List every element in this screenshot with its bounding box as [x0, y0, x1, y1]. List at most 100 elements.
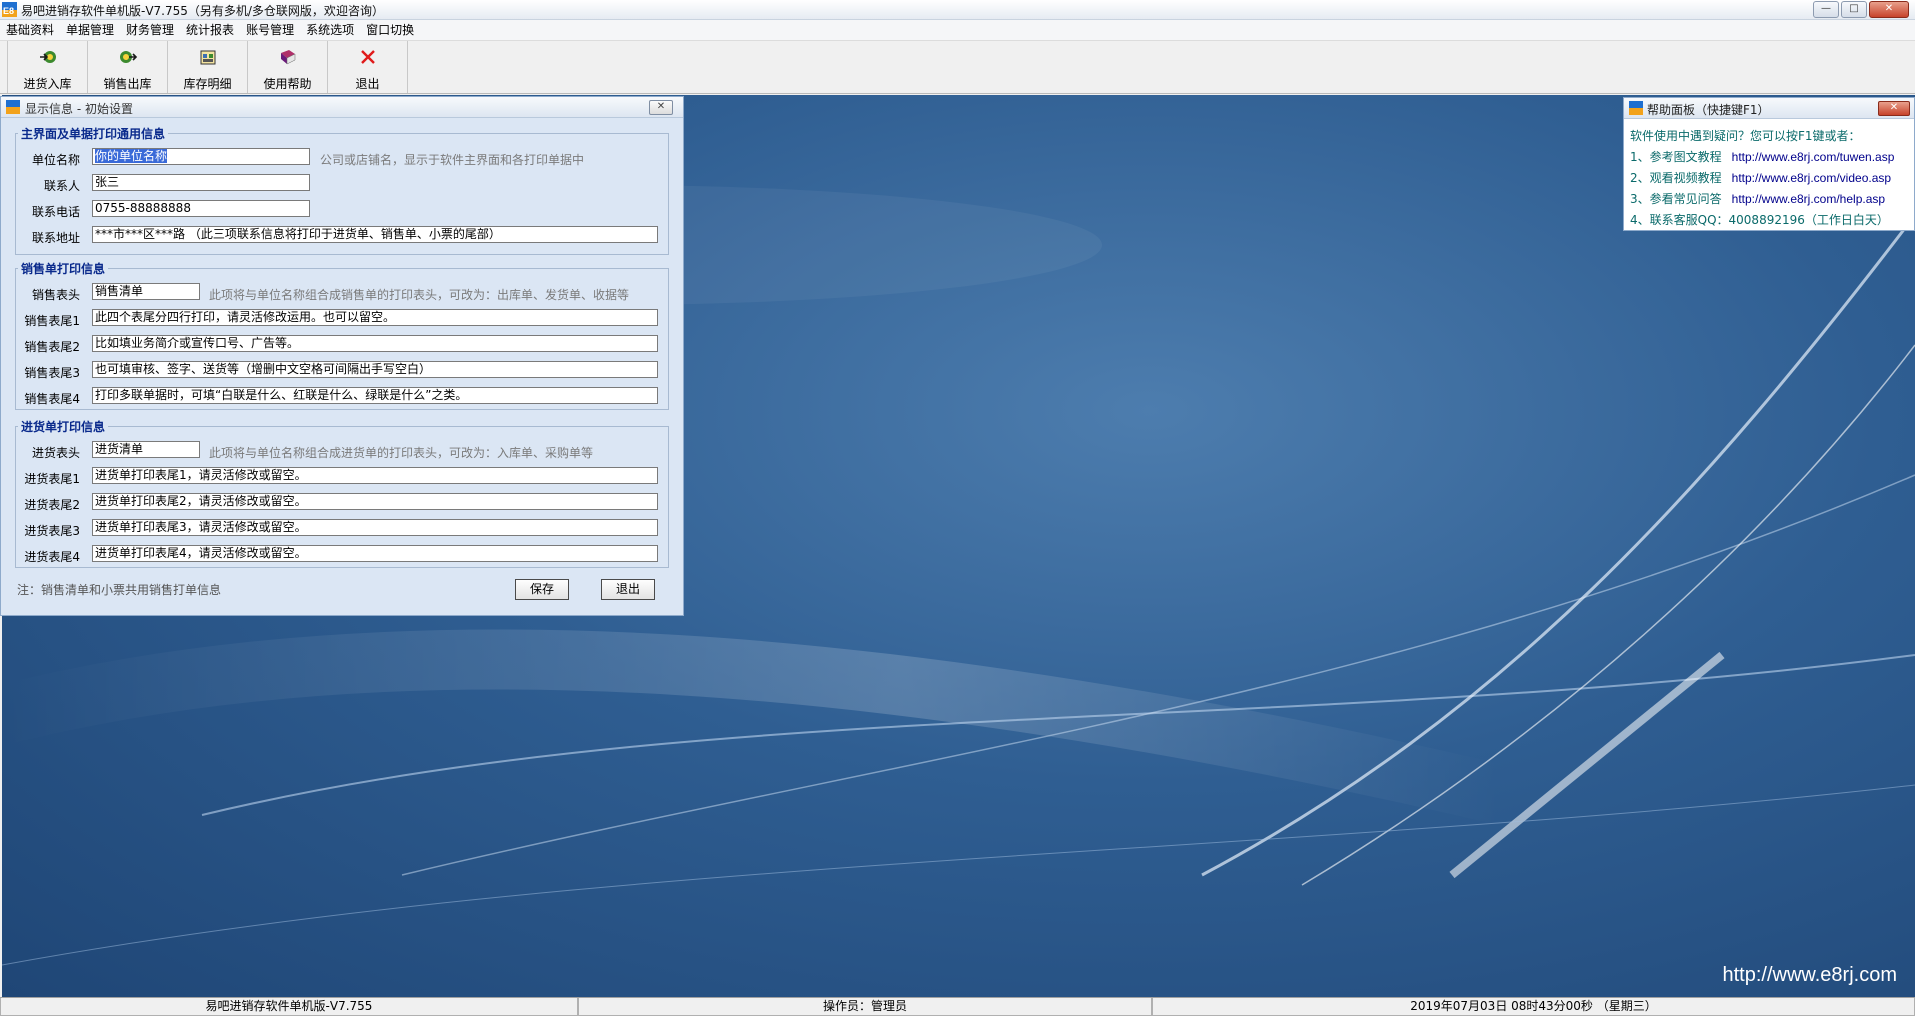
- sales-footer1-label: 销售表尾1: [24, 314, 80, 328]
- help-item-label: 1、参考图文教程: [1630, 150, 1722, 164]
- maximize-button[interactable]: □: [1841, 1, 1867, 18]
- svg-text:E8: E8: [3, 6, 14, 16]
- help-link-tutorial[interactable]: http://www.e8rj.com/tuwen.asp: [1732, 150, 1895, 164]
- dialog-exit-button[interactable]: 退出: [601, 579, 655, 600]
- address-input[interactable]: ***市***区***路 （此三项联系信息将打印于进货单、销售单、小票的尾部）: [92, 226, 658, 243]
- exit-label: 退出: [355, 77, 380, 91]
- help-item-label: 3、参看常见问答: [1630, 192, 1722, 206]
- group-main-info: 主界面及单据打印通用信息 单位名称 你的单位名称 公司或店铺名，显示于软件主界面…: [15, 125, 669, 255]
- minimize-button[interactable]: —: [1813, 1, 1839, 18]
- help-button[interactable]: 使用帮助: [248, 41, 328, 93]
- group-purchase-title: 进货单打印信息: [21, 420, 106, 434]
- app-logo-icon: E8: [2, 2, 17, 17]
- purchase-header-hint: 此项将与单位名称组合成进货单的打印表头，可改为：入库单、采购单等: [209, 446, 594, 460]
- close-window-button[interactable]: ✕: [1869, 1, 1909, 18]
- purchase-footer2-row: 进货表尾2 进货单打印表尾2，请灵活修改或留空。: [16, 493, 668, 513]
- help-intro: 软件使用中遇到疑问？您可以按F1键或者：: [1630, 129, 1861, 143]
- phone-row: 联系电话 0755-88888888: [16, 200, 668, 220]
- group-sales-title: 销售单打印信息: [21, 262, 106, 276]
- sales-footer2-input[interactable]: 比如填业务简介或宣传口号、广告等。: [92, 335, 658, 352]
- inventory-button[interactable]: 库存明细: [168, 41, 248, 93]
- sales-footer3-input[interactable]: 也可填审核、签字、送货等（增删中文空格可间隔出手写空白）: [92, 361, 658, 378]
- menu-accounts[interactable]: 账号管理: [240, 20, 300, 40]
- status-operator: 操作员：管理员: [578, 998, 1152, 1016]
- sales-header-hint: 此项将与单位名称组合成销售单的打印表头，可改为：出库单、发货单、收据等: [209, 288, 630, 302]
- group-purchase-print: 进货单打印信息 进货表头 进货清单 此项将与单位名称组合成进货单的打印表头，可改…: [15, 418, 669, 568]
- sales-footer2-row: 销售表尾2 比如填业务简介或宣传口号、广告等。: [16, 335, 668, 355]
- menu-documents[interactable]: 单据管理: [60, 20, 120, 40]
- status-version: 易吧进销存软件单机版-V7.755: [0, 998, 578, 1016]
- help-link-faq[interactable]: http://www.e8rj.com/help.asp: [1732, 192, 1885, 206]
- settings-dialog: 显示信息 - 初始设置 ✕ 主界面及单据打印通用信息 单位名称 你的单位名称 公…: [0, 96, 684, 616]
- sales-footer4-input[interactable]: 打印多联单据时，可填“白联是什么、红联是什么、绿联是什么”之类。: [92, 387, 658, 404]
- stock-in-label: 进货入库: [23, 77, 72, 91]
- help-link-video[interactable]: http://www.e8rj.com/video.asp: [1732, 171, 1891, 185]
- company-label: 单位名称: [31, 153, 80, 167]
- sales-header-label: 销售表头: [31, 288, 80, 302]
- sales-out-label: 销售出库: [103, 77, 152, 91]
- menu-bar: 基础资料 单据管理 财务管理 统计报表 账号管理 系统选项 窗口切换: [0, 20, 1915, 41]
- sales-footer3-label: 销售表尾3: [24, 366, 80, 380]
- purchase-header-row: 进货表头 进货清单 此项将与单位名称组合成进货单的打印表头，可改为：入库单、采购…: [16, 441, 668, 461]
- settings-dialog-title: 显示信息 - 初始设置: [25, 102, 133, 116]
- purchase-footer1-row: 进货表尾1 进货单打印表尾1，请灵活修改或留空。: [16, 467, 668, 487]
- inventory-label: 库存明细: [183, 77, 232, 91]
- exit-button[interactable]: 退出: [328, 41, 408, 93]
- toolbar: 进货入库 销售出库 库存明细 使用帮助 退出: [0, 41, 1915, 94]
- help-item-qq-label: 4、联系客服QQ：4008892196（工作日白天）: [1630, 213, 1889, 227]
- phone-input[interactable]: 0755-88888888: [92, 200, 310, 217]
- help-close-button[interactable]: ✕: [1878, 101, 1910, 116]
- sales-footer3-row: 销售表尾3 也可填审核、签字、送货等（增删中文空格可间隔出手写空白）: [16, 361, 668, 381]
- company-value: 你的单位名称: [95, 149, 168, 163]
- help-panel: 帮助面板（快捷键F1） ✕ 软件使用中遇到疑问？您可以按F1键或者： 1、参考图…: [1623, 97, 1915, 231]
- sales-out-icon: [119, 51, 137, 63]
- help-panel-titlebar: 帮助面板（快捷键F1） ✕: [1624, 98, 1914, 119]
- purchase-footer3-input[interactable]: 进货单打印表尾3，请灵活修改或留空。: [92, 519, 658, 536]
- sales-footer4-row: 销售表尾4 打印多联单据时，可填“白联是什么、红联是什么、绿联是什么”之类。: [16, 387, 668, 407]
- purchase-footer2-input[interactable]: 进货单打印表尾2，请灵活修改或留空。: [92, 493, 658, 510]
- status-bar: 易吧进销存软件单机版-V7.755 操作员：管理员 2019年07月03日 08…: [0, 997, 1915, 1016]
- address-row: 联系地址 ***市***区***路 （此三项联系信息将打印于进货单、销售单、小票…: [16, 226, 668, 246]
- purchase-footer3-label: 进货表尾3: [24, 524, 80, 538]
- settings-close-button[interactable]: ✕: [649, 100, 673, 115]
- window-title: 易吧进销存软件单机版-V7.755（另有多机/多仓联网版，欢迎咨询）: [21, 4, 384, 18]
- toolbar-grip: [0, 41, 8, 93]
- stock-in-icon: [39, 51, 56, 63]
- purchase-footer2-label: 进货表尾2: [24, 498, 80, 512]
- group-main-title: 主界面及单据打印通用信息: [21, 127, 166, 141]
- help-label: 使用帮助: [263, 77, 312, 91]
- menu-finance[interactable]: 财务管理: [120, 20, 180, 40]
- dialog-logo-icon: [6, 100, 20, 114]
- sales-out-button[interactable]: 销售出库: [88, 41, 168, 93]
- help-item-label: 2、观看视频教程: [1630, 171, 1722, 185]
- company-input[interactable]: 你的单位名称: [92, 148, 310, 165]
- contact-label: 联系人: [43, 179, 80, 193]
- inventory-icon: [200, 50, 215, 65]
- sales-footer2-label: 销售表尾2: [24, 340, 80, 354]
- menu-window-switch[interactable]: 窗口切换: [360, 20, 420, 40]
- help-item-faq: 3、参看常见问答 http://www.e8rj.com/help.asp: [1630, 190, 1885, 207]
- settings-dialog-titlebar: 显示信息 - 初始设置 ✕: [1, 97, 683, 118]
- menu-system-options[interactable]: 系统选项: [300, 20, 360, 40]
- purchase-footer4-row: 进货表尾4 进货单打印表尾4，请灵活修改或留空。: [16, 545, 668, 565]
- purchase-footer3-row: 进货表尾3 进货单打印表尾3，请灵活修改或留空。: [16, 519, 668, 539]
- help-item-tutorial: 1、参考图文教程 http://www.e8rj.com/tuwen.asp: [1630, 148, 1894, 165]
- purchase-footer1-input[interactable]: 进货单打印表尾1，请灵活修改或留空。: [92, 467, 658, 484]
- help-item-video: 2、观看视频教程 http://www.e8rj.com/video.asp: [1630, 169, 1891, 186]
- help-item-qq: 4、联系客服QQ：4008892196（工作日白天）: [1630, 211, 1889, 228]
- help-book-icon: [280, 50, 295, 65]
- purchase-footer4-label: 进货表尾4: [24, 550, 80, 564]
- menu-reports[interactable]: 统计报表: [180, 20, 240, 40]
- sales-footer1-input[interactable]: 此四个表尾分四行打印，请灵活修改运用。也可以留空。: [92, 309, 658, 326]
- group-sales-print: 销售单打印信息 销售表头 销售清单 此项将与单位名称组合成销售单的打印表头，可改…: [15, 260, 669, 410]
- sales-footer1-row: 销售表尾1 此四个表尾分四行打印，请灵活修改运用。也可以留空。: [16, 309, 668, 329]
- stock-in-button[interactable]: 进货入库: [8, 41, 88, 93]
- company-row: 单位名称 你的单位名称 公司或店铺名，显示于软件主界面和各打印单据中: [16, 148, 668, 168]
- save-button[interactable]: 保存: [515, 579, 569, 600]
- sales-header-input[interactable]: 销售清单: [92, 283, 200, 300]
- menu-basic-data[interactable]: 基础资料: [0, 20, 60, 40]
- status-datetime: 2019年07月03日 08时43分00秒 （星期三）: [1152, 998, 1915, 1016]
- purchase-footer4-input[interactable]: 进货单打印表尾4，请灵活修改或留空。: [92, 545, 658, 562]
- purchase-header-input[interactable]: 进货清单: [92, 441, 200, 458]
- contact-input[interactable]: 张三: [92, 174, 310, 191]
